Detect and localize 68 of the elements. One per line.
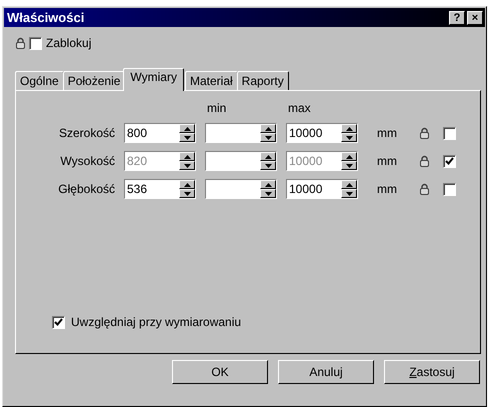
dialog-button[interactable]: OK bbox=[172, 360, 268, 384]
tab[interactable]: Ogólne bbox=[15, 71, 64, 90]
spin-up-button[interactable] bbox=[260, 152, 276, 161]
padlock-icon bbox=[420, 155, 429, 167]
dialog-button[interactable]: Zastosuj bbox=[384, 360, 480, 384]
down-triangle-icon bbox=[184, 136, 190, 140]
unit-label: mm bbox=[376, 182, 398, 196]
up-triangle-icon bbox=[346, 182, 352, 186]
down-triangle-icon bbox=[184, 192, 190, 196]
down-triangle-icon bbox=[264, 192, 272, 196]
min-spinbox[interactable] bbox=[205, 123, 277, 143]
include-checkbox[interactable] bbox=[52, 316, 65, 328]
spin-down-button[interactable] bbox=[341, 133, 357, 142]
padlock-icon bbox=[420, 127, 429, 139]
checkbox-label: Uwzględniaj przy wymiarowaniu bbox=[71, 315, 242, 329]
spin-up-button[interactable] bbox=[260, 124, 276, 133]
lock-checkbox[interactable] bbox=[443, 182, 456, 196]
checkbox-label: Zablokuj bbox=[46, 36, 92, 50]
down-triangle-icon bbox=[264, 136, 272, 140]
tab[interactable]: Położenie bbox=[62, 71, 126, 90]
up-triangle-icon bbox=[264, 182, 272, 186]
field-label: Wysokość bbox=[59, 154, 115, 168]
tab[interactable]: Raporty bbox=[236, 71, 289, 90]
max-spinbox[interactable]: 10000 bbox=[286, 123, 358, 143]
spin-down-button[interactable] bbox=[260, 161, 276, 170]
field-label: Głębokość bbox=[57, 182, 115, 196]
down-triangle-icon bbox=[184, 164, 190, 168]
spin-down-button[interactable] bbox=[260, 189, 276, 198]
min-spinbox[interactable] bbox=[205, 179, 277, 199]
max-spinbox[interactable]: 10000 bbox=[286, 179, 358, 199]
tab[interactable]: Wymiary bbox=[123, 68, 184, 91]
padlock-icon bbox=[16, 37, 25, 49]
spin-down-button[interactable] bbox=[341, 189, 357, 198]
padlock-icon bbox=[420, 183, 429, 195]
unit-label: mm bbox=[376, 154, 398, 168]
up-triangle-icon bbox=[184, 154, 190, 158]
spin-up-button[interactable] bbox=[179, 180, 195, 189]
spin-up-button[interactable] bbox=[341, 124, 357, 133]
up-triangle-icon bbox=[264, 154, 272, 158]
up-triangle-icon bbox=[346, 126, 352, 130]
lock-checkbox[interactable] bbox=[443, 126, 456, 140]
spin-up-button[interactable] bbox=[260, 180, 276, 189]
dialog-button[interactable]: Anuluj bbox=[278, 360, 374, 384]
up-triangle-icon bbox=[184, 182, 190, 186]
column-header: min bbox=[206, 101, 228, 115]
spin-down-button[interactable] bbox=[179, 189, 195, 198]
tab[interactable]: Materiał bbox=[184, 71, 238, 90]
unit-label: mm bbox=[376, 126, 398, 140]
help-button[interactable]: ? bbox=[449, 10, 465, 24]
value-spinbox[interactable]: 800 bbox=[124, 123, 196, 143]
column-header: max bbox=[287, 101, 312, 115]
min-spinbox[interactable] bbox=[205, 151, 277, 171]
spin-up-button[interactable] bbox=[341, 180, 357, 189]
down-triangle-icon bbox=[346, 192, 352, 196]
lock-checkbox[interactable] bbox=[29, 36, 42, 50]
value-spinbox[interactable]: 536 bbox=[124, 179, 196, 199]
up-triangle-icon bbox=[346, 154, 352, 158]
up-triangle-icon bbox=[184, 126, 190, 130]
spin-down-button[interactable] bbox=[179, 133, 195, 142]
down-triangle-icon bbox=[346, 136, 352, 140]
spin-down-button[interactable] bbox=[260, 133, 276, 142]
close-button[interactable]: × bbox=[467, 10, 483, 24]
down-triangle-icon bbox=[264, 164, 272, 168]
field-label: Szerokość bbox=[58, 126, 115, 140]
down-triangle-icon bbox=[346, 164, 352, 168]
spin-up-button[interactable] bbox=[179, 124, 195, 133]
window-title: Właściwości bbox=[7, 10, 84, 25]
up-triangle-icon bbox=[264, 126, 272, 130]
